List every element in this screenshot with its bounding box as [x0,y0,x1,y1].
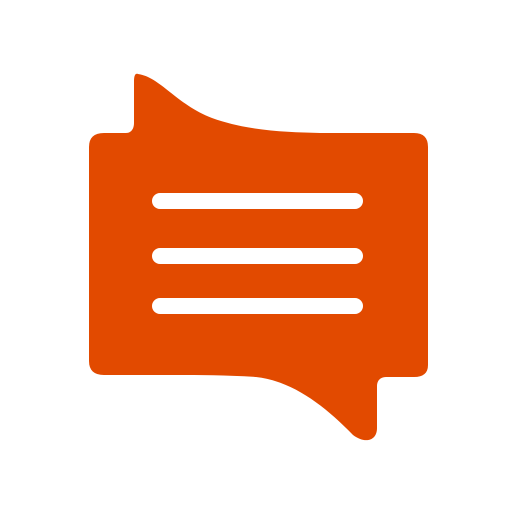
chat-bubble-menu-icon [89,73,428,441]
app-icon-canvas [0,0,512,512]
